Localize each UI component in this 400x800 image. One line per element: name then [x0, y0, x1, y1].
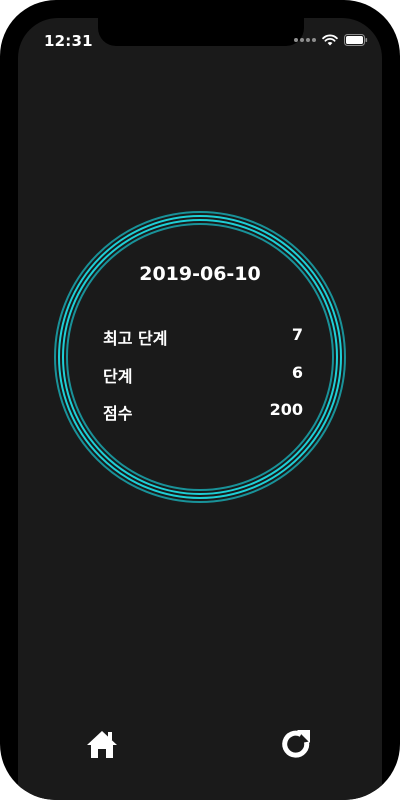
battery-icon — [344, 34, 368, 46]
ring-graphic — [54, 211, 346, 503]
result-date: 2019-06-10 — [139, 263, 261, 285]
level-label: 단계 — [103, 367, 133, 386]
result-circle: 2019-06-10 최고 단계 7 단계 6 점수 200 — [54, 211, 346, 503]
level-value: 6 — [291, 363, 303, 382]
cellular-signal-icon — [294, 38, 316, 42]
best-level-value: 7 — [291, 325, 303, 344]
notch — [98, 18, 304, 46]
best-level-label: 최고 단계 — [103, 329, 168, 348]
status-icons — [294, 32, 368, 48]
status-time: 12:31 — [44, 32, 93, 50]
phone-frame: 12:31 2019-06-10 최고 단계 7 단계 6 점수 200 — [0, 0, 400, 800]
home-icon — [87, 731, 117, 758]
refresh-icon — [282, 730, 310, 758]
wifi-icon — [322, 34, 338, 46]
home-button[interactable] — [82, 724, 122, 764]
app-screen: 12:31 2019-06-10 최고 단계 7 단계 6 점수 200 — [18, 18, 382, 800]
score-row: 점수 200 — [103, 400, 303, 424]
refresh-button[interactable] — [276, 724, 316, 764]
best-level-row: 최고 단계 7 — [103, 325, 303, 349]
score-value: 200 — [269, 400, 303, 419]
level-row: 단계 6 — [103, 363, 303, 387]
score-label: 점수 — [103, 404, 133, 423]
